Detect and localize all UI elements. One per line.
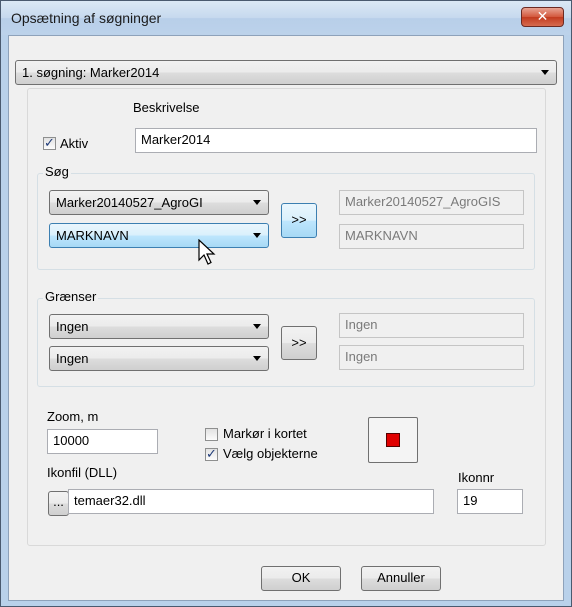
chevron-down-icon: [253, 356, 261, 361]
transfer-label: >>: [291, 335, 307, 350]
dialog-body: 1. søgning: Marker2014 Beskrivelse Aktiv…: [8, 35, 564, 601]
icon-file-input[interactable]: temaer32.dll: [68, 489, 434, 514]
active-label: Aktiv: [60, 136, 89, 151]
dialog-window: Opsætning af søgninger ✕ 1. søgning: Mar…: [0, 0, 572, 607]
limits-group-label: Grænser: [43, 289, 99, 304]
cancel-label: Annuller: [377, 570, 425, 585]
select-objects-label: Vælg objekterne: [223, 446, 318, 461]
limit-combo-2[interactable]: Ingen: [49, 346, 269, 371]
marker-label: Markør i kortet: [223, 426, 307, 441]
search-group-label: Søg: [43, 164, 71, 179]
chevron-down-icon: [253, 200, 261, 205]
layer-combo[interactable]: Marker20140527_AgroGI: [49, 190, 269, 215]
zoom-input[interactable]: 10000: [47, 429, 158, 454]
marker-color-button[interactable]: [368, 417, 418, 463]
description-label: Beskrivelse: [133, 100, 200, 115]
color-swatch: [386, 433, 400, 447]
browse-label: ...: [53, 494, 64, 509]
limits-transfer-button[interactable]: >>: [281, 326, 317, 360]
chevron-down-icon: [253, 233, 261, 238]
ok-button[interactable]: OK: [261, 566, 341, 591]
field-combo-value: MARKNAVN: [56, 228, 129, 243]
icon-nr-input[interactable]: 19: [457, 489, 523, 514]
limit-combo-2-value: Ingen: [56, 351, 89, 366]
search-select-value: 1. søgning: Marker2014: [22, 65, 160, 80]
description-input[interactable]: Marker2014: [135, 128, 537, 153]
browse-button[interactable]: ...: [48, 491, 69, 516]
marker-checkbox[interactable]: [205, 428, 218, 441]
chevron-down-icon: [253, 324, 261, 329]
ok-label: OK: [291, 570, 311, 585]
transfer-label: >>: [291, 212, 307, 227]
layer-result-field: Marker20140527_AgroGIS: [339, 190, 524, 215]
close-button[interactable]: ✕: [521, 7, 564, 27]
active-checkbox[interactable]: [43, 135, 56, 151]
search-select[interactable]: 1. søgning: Marker2014: [15, 60, 557, 85]
limit-combo-1[interactable]: Ingen: [49, 314, 269, 339]
chevron-down-icon: [541, 70, 549, 75]
field-combo[interactable]: MARKNAVN: [49, 223, 269, 248]
cancel-button[interactable]: Annuller: [361, 566, 441, 591]
zoom-label: Zoom, m: [47, 409, 99, 424]
field-result-field: MARKNAVN: [339, 224, 524, 249]
icon-file-label: Ikonfil (DLL): [47, 465, 118, 480]
title-bar[interactable]: Opsætning af søgninger ✕: [1, 1, 571, 35]
close-icon: ✕: [536, 8, 549, 24]
icon-nr-label: Ikonnr: [458, 470, 495, 485]
search-transfer-button[interactable]: >>: [281, 203, 317, 238]
mouse-cursor-icon: [198, 239, 216, 265]
limit-result-2: Ingen: [339, 345, 524, 370]
layer-combo-value: Marker20140527_AgroGI: [56, 195, 203, 210]
window-title: Opsætning af søgninger: [11, 10, 162, 26]
limit-result-1: Ingen: [339, 313, 524, 338]
select-objects-checkbox[interactable]: [205, 446, 218, 462]
limit-combo-1-value: Ingen: [56, 319, 89, 334]
